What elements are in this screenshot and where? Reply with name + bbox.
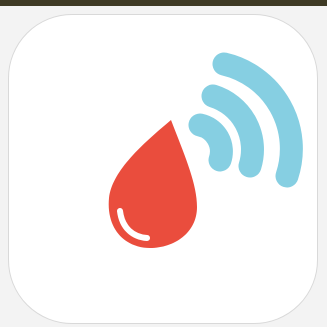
blood-drop-icon (108, 120, 197, 248)
drop-shape-icon (108, 120, 197, 248)
wireless-signal-icon (188, 52, 303, 188)
signal-arc-small-icon (188, 113, 233, 172)
app-icon-screen (0, 0, 327, 327)
blood-drop-wireless-icon (108, 52, 303, 248)
